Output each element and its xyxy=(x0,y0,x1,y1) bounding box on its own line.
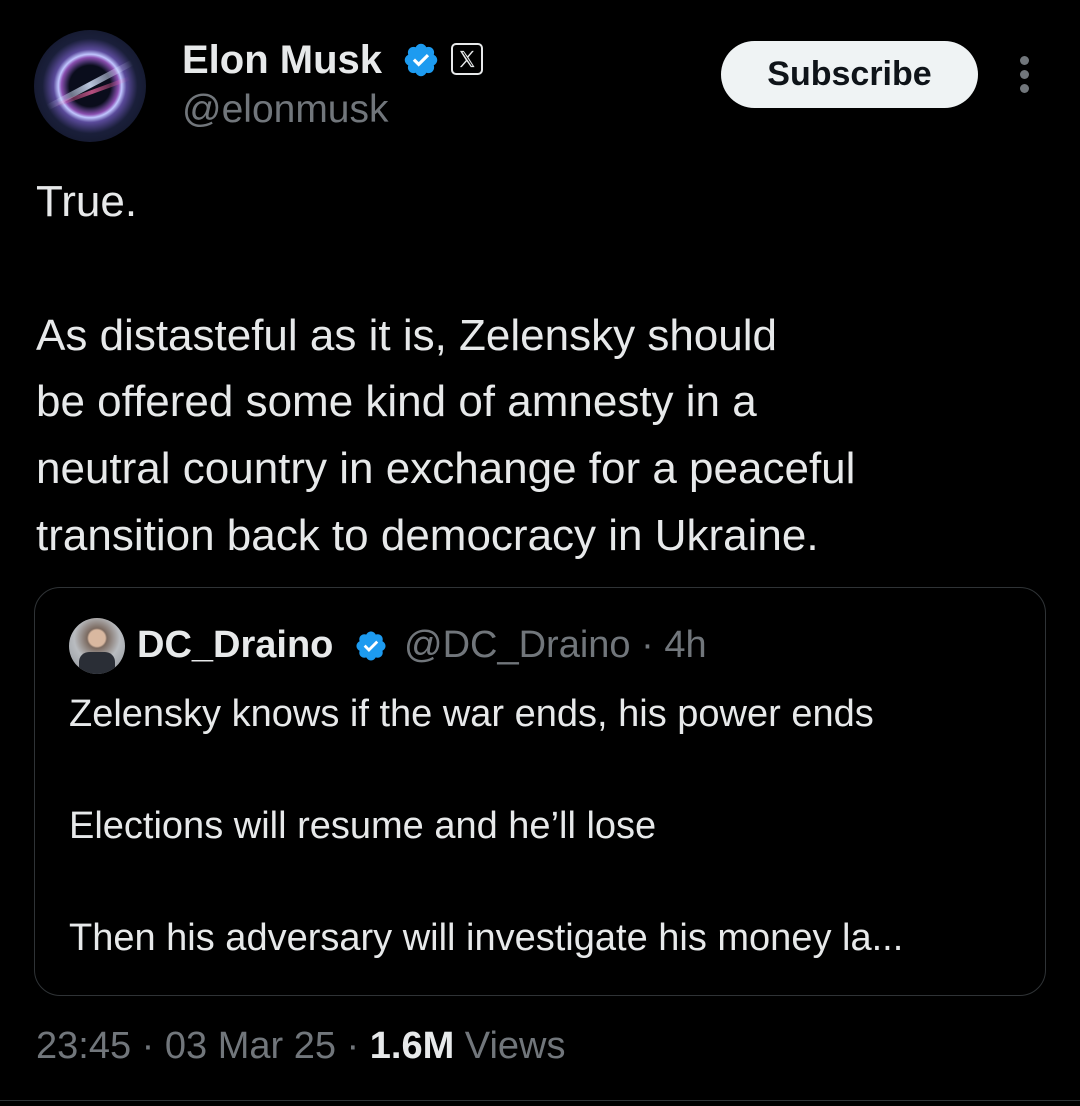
author-handle[interactable]: @elonmusk xyxy=(182,87,389,133)
x-logo-icon xyxy=(451,43,483,75)
verified-badge-icon xyxy=(404,43,438,77)
quoted-author-handle[interactable]: @DC_Draino xyxy=(404,624,631,666)
quoted-tweet-time: · 4h xyxy=(641,624,707,666)
tweet-text-line: transition back to democracy in Ukraine. xyxy=(36,511,819,560)
tweet-time[interactable]: 23:45 xyxy=(36,1025,131,1067)
quoted-tweet-text-line: Then his adversary will investigate his … xyxy=(69,917,904,959)
author-name[interactable]: Elon Musk xyxy=(182,36,382,84)
tweet-text-line: As distasteful as it is, Zelensky should xyxy=(36,311,777,360)
quoted-tweet-text-line: Zelensky knows if the war ends, his powe… xyxy=(69,693,874,735)
quoted-author-handle-time[interactable]: @DC_Draino · 4h xyxy=(404,622,707,668)
quoted-verified-badge-icon xyxy=(356,631,386,661)
more-vertical-icon[interactable] xyxy=(1012,56,1036,96)
tweet-date[interactable]: 03 Mar 25 xyxy=(165,1025,336,1067)
tweet-text-line: True. xyxy=(36,177,138,226)
tweet-text-line: neutral country in exchange for a peacef… xyxy=(36,444,856,493)
quoted-author-avatar[interactable] xyxy=(69,618,125,674)
tweet-meta: 23:45 · 03 Mar 25 · 1.6M Views xyxy=(36,1022,565,1070)
meta-separator: · xyxy=(346,1025,360,1067)
subscribe-button[interactable]: Subscribe xyxy=(721,41,978,108)
quoted-author-name[interactable]: DC_Draino xyxy=(137,622,333,668)
quoted-tweet-text-line: Elections will resume and he’ll lose xyxy=(69,805,657,847)
more-dot xyxy=(1019,56,1029,65)
views-label: Views xyxy=(464,1025,566,1067)
tweet-text-line: be offered some kind of amnesty in a xyxy=(36,377,757,426)
meta-separator: · xyxy=(141,1025,155,1067)
author-avatar[interactable] xyxy=(34,30,146,142)
more-dot xyxy=(1019,84,1029,93)
views-count: 1.6M xyxy=(369,1025,455,1067)
divider xyxy=(0,1100,1080,1101)
more-dot xyxy=(1019,70,1029,79)
avatar-art xyxy=(79,652,115,674)
